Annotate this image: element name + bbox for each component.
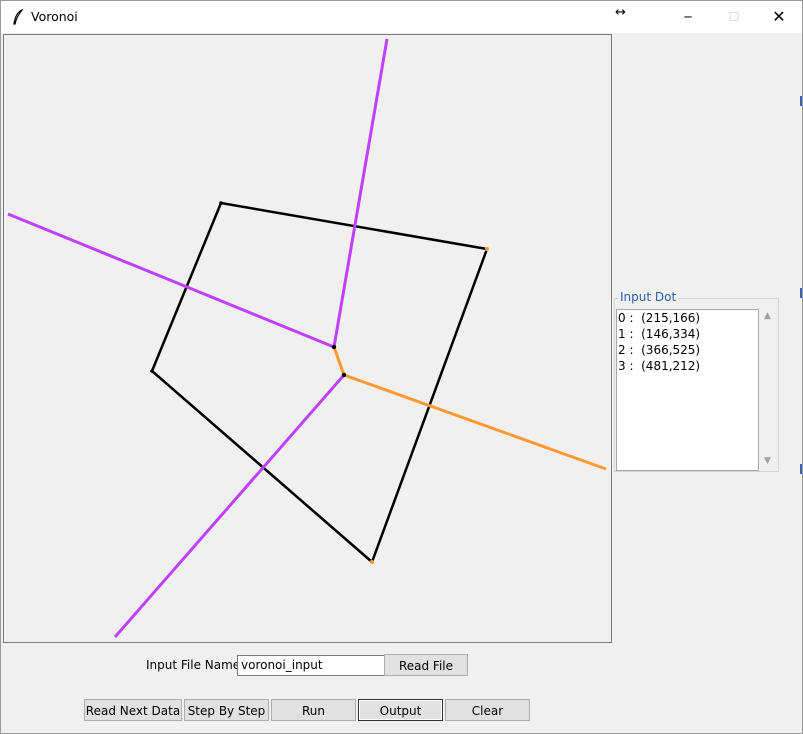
chevron-down-icon[interactable]: ▼ xyxy=(764,456,771,466)
run-button[interactable]: Run xyxy=(271,699,356,721)
close-button[interactable]: ✕ xyxy=(756,1,802,33)
edge-marker xyxy=(800,464,802,474)
input-dot-listbox[interactable]: 0 : (215,166) 1 : (146,334) 2 : (366,525… xyxy=(616,309,759,471)
voronoi-edge xyxy=(113,374,346,638)
site-dot xyxy=(219,201,223,205)
listbox-scrollbar[interactable]: ▲ ▼ xyxy=(759,309,776,469)
step-by-step-button[interactable]: Step By Step xyxy=(184,699,269,721)
vertex-dot xyxy=(331,344,337,350)
hull-edge xyxy=(151,370,373,563)
site-dot xyxy=(370,560,374,564)
voronoi-drawing xyxy=(7,38,607,638)
site-dot xyxy=(485,247,489,251)
voronoi-edges-orange xyxy=(332,346,607,471)
read-next-data-button[interactable]: Read Next Data xyxy=(84,699,182,721)
input-file-field[interactable]: voronoi_input xyxy=(237,655,385,676)
app-window: Voronoi ↔ ─ ☐ ✕ Input Dot 0: (215,166) … xyxy=(0,0,803,734)
title-bar[interactable]: Voronoi ↔ ─ ☐ ✕ xyxy=(1,1,802,33)
list-item[interactable]: 1 : (146,334) xyxy=(617,326,758,342)
feather-icon xyxy=(13,9,24,25)
voronoi-edge xyxy=(332,38,389,348)
input-dot-title: Input Dot xyxy=(618,290,679,304)
edge-marker xyxy=(800,96,802,106)
vertex-dot xyxy=(341,372,347,378)
site-dot xyxy=(150,369,154,373)
voronoi-edge xyxy=(332,346,346,376)
convex-hull xyxy=(150,201,489,563)
voronoi-edge xyxy=(343,373,607,471)
voronoi-edges-purple xyxy=(7,38,389,638)
resize-icon: ↔ xyxy=(615,5,626,20)
list-item[interactable]: 2 : (366,525) xyxy=(617,342,758,358)
clear-button[interactable]: Clear xyxy=(445,699,530,721)
output-button[interactable]: Output xyxy=(358,699,443,721)
minimize-button[interactable]: ─ xyxy=(665,1,711,33)
voronoi-canvas[interactable] xyxy=(3,34,612,643)
read-file-button[interactable]: Read File xyxy=(384,654,468,676)
chevron-up-icon[interactable]: ▲ xyxy=(764,311,771,321)
maximize-button[interactable]: ☐ xyxy=(711,1,757,33)
edge-marker xyxy=(800,288,802,298)
input-file-label: Input File Name xyxy=(146,658,241,672)
list-item[interactable]: 3 : (481,212) xyxy=(617,358,758,374)
window-title: Voronoi xyxy=(31,9,78,24)
list-item[interactable]: 0 : (215,166) xyxy=(617,310,758,326)
